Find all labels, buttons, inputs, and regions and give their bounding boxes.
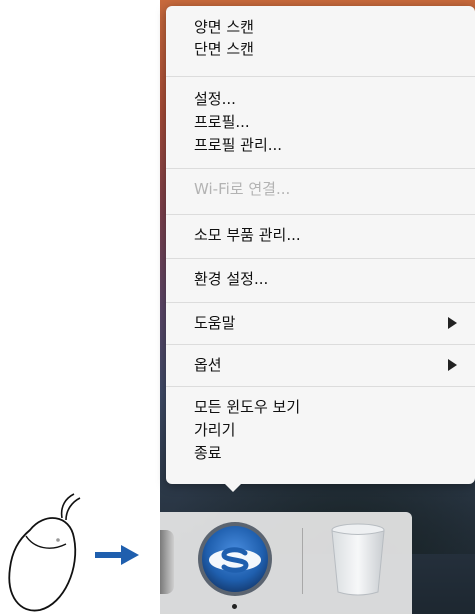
- menu-item-profile[interactable]: 프로필...: [194, 111, 250, 133]
- menu-separator: [166, 386, 475, 387]
- submenu-arrow-icon: [448, 317, 457, 329]
- menu-separator: [166, 344, 475, 345]
- menu-separator: [166, 258, 475, 259]
- trash-icon[interactable]: [328, 522, 388, 598]
- menu-item-profile-management[interactable]: 프로필 관리...: [194, 134, 282, 156]
- menu-separator: [166, 214, 475, 215]
- dock-context-menu: 양면 스캔 단면 스캔 설정... 프로필... 프로필 관리... Wi-Fi…: [166, 6, 475, 484]
- menu-item-duplex-scan[interactable]: 양면 스캔: [194, 16, 254, 38]
- menu-item-connect-wifi: Wi-Fi로 연결...: [194, 180, 291, 198]
- scansnap-icon[interactable]: [196, 520, 274, 598]
- menu-item-help[interactable]: 도움말: [194, 312, 235, 334]
- menu-item-quit[interactable]: 종료: [194, 442, 222, 464]
- menu-separator: [166, 76, 475, 77]
- menu-item-settings[interactable]: 설정...: [194, 88, 236, 110]
- menu-item-preferences[interactable]: 환경 설정...: [194, 268, 268, 290]
- menu-pointer: [221, 480, 245, 492]
- dock-divider: [302, 528, 303, 594]
- menu-item-simplex-scan[interactable]: 단면 스캔: [194, 38, 254, 60]
- menu-separator: [166, 302, 475, 303]
- menu-item-options[interactable]: 옵션: [194, 354, 222, 376]
- menu-item-consumable-management[interactable]: 소모 부품 관리...: [194, 224, 301, 246]
- system-preferences-icon[interactable]: [160, 530, 174, 594]
- menu-item-hide[interactable]: 가리기: [194, 419, 235, 441]
- arrow-right-icon: [95, 545, 139, 565]
- menu-separator: [166, 168, 475, 169]
- submenu-arrow-icon: [448, 359, 457, 371]
- running-indicator: [232, 604, 237, 609]
- menu-item-show-all-windows[interactable]: 모든 윈도우 보기: [194, 396, 300, 418]
- mouse-icon: [8, 493, 81, 612]
